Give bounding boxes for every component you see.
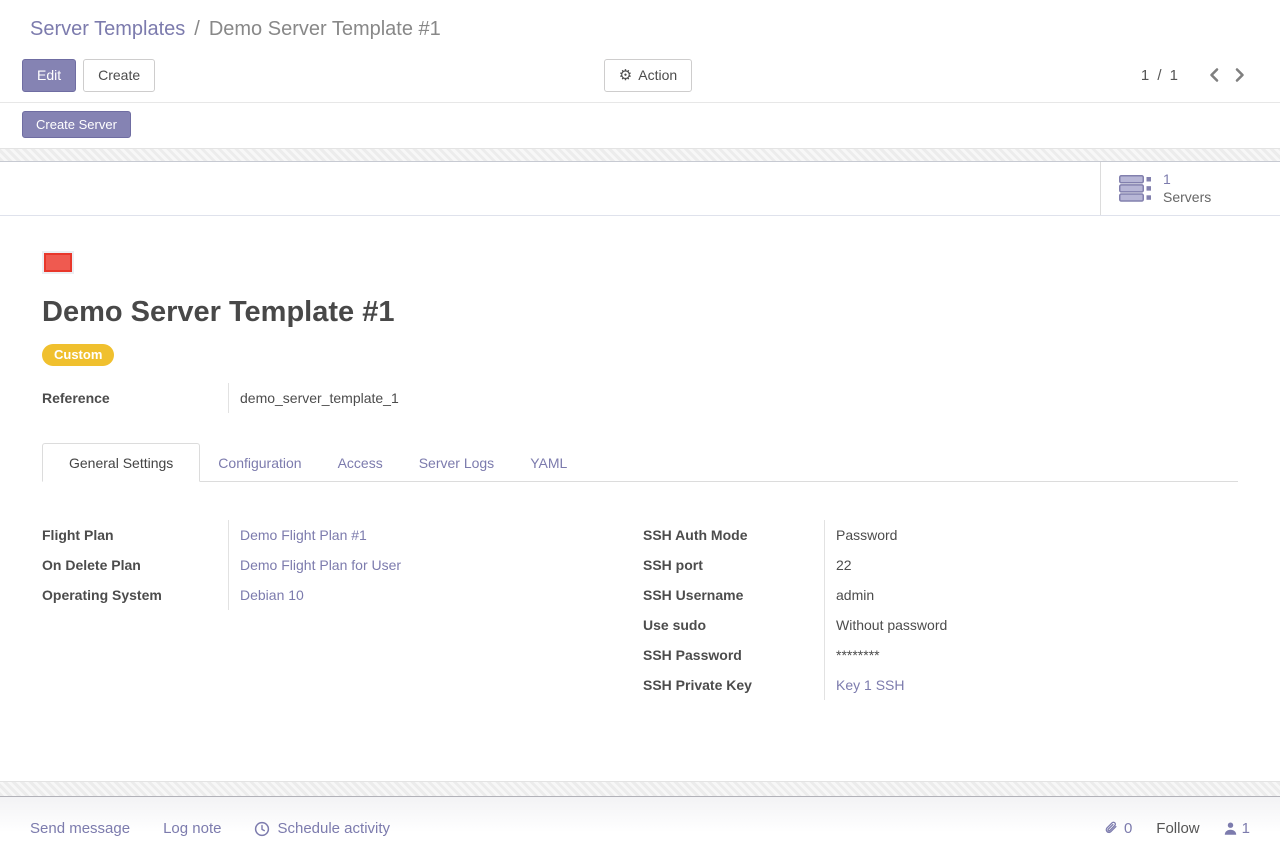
reference-label: Reference <box>42 383 228 413</box>
server-stack-icon <box>1119 175 1152 202</box>
chevron-left-icon <box>1208 67 1221 83</box>
chevron-right-icon <box>1233 67 1246 83</box>
servers-label: Servers <box>1163 190 1211 205</box>
field-group-right: SSH Auth Mode Password SSH port 22 SSH U… <box>640 520 1238 700</box>
field-row: Use sudo Without password <box>640 610 1238 640</box>
followers-count: 1 <box>1242 820 1250 837</box>
custom-badge: Custom <box>42 344 114 366</box>
notebook-tabs: General Settings Configuration Access Se… <box>42 443 1238 482</box>
field-row: SSH port 22 <box>640 550 1238 580</box>
action-button[interactable]: ⚙ Action <box>604 59 692 92</box>
attachments-counter[interactable]: 0 <box>1103 820 1132 837</box>
edit-button[interactable]: Edit <box>22 59 76 92</box>
field-value[interactable]: Key 1 SSH <box>824 670 904 700</box>
field-value[interactable]: Demo Flight Plan for User <box>228 550 401 580</box>
field-row: Operating System Debian 10 <box>42 580 640 610</box>
notebook-tab[interactable]: Configuration <box>200 443 319 482</box>
follow-button[interactable]: Follow <box>1156 820 1199 837</box>
form-sheet: Demo Server Template #1 Custom Reference… <box>0 216 1280 781</box>
pager: 1 / 1 <box>1141 65 1252 85</box>
notebook-tab[interactable]: YAML <box>512 443 585 482</box>
pager-value: 1 / 1 <box>1141 67 1180 84</box>
notebook-tab[interactable]: Server Logs <box>401 443 512 482</box>
field-label: Flight Plan <box>42 520 228 550</box>
breadcrumb-current: Demo Server Template #1 <box>209 18 441 40</box>
field-row: SSH Auth Mode Password <box>640 520 1238 550</box>
user-icon <box>1224 822 1237 835</box>
servers-count: 1 <box>1163 172 1211 187</box>
create-button[interactable]: Create <box>83 59 155 92</box>
field-label: SSH Private Key <box>640 670 824 700</box>
action-button-label: Action <box>638 67 677 83</box>
create-server-button[interactable]: Create Server <box>22 111 131 138</box>
field-value[interactable]: Without password <box>824 610 947 640</box>
schedule-activity-label: Schedule activity <box>277 820 390 837</box>
notebook-tab[interactable]: General Settings <box>42 443 200 482</box>
reference-value: demo_server_template_1 <box>228 383 399 413</box>
field-value[interactable]: Password <box>824 520 897 550</box>
field-label: On Delete Plan <box>42 550 228 580</box>
breadcrumb-parent-link[interactable]: Server Templates <box>30 18 185 40</box>
field-value[interactable]: Demo Flight Plan #1 <box>228 520 367 550</box>
field-row: On Delete Plan Demo Flight Plan for User <box>42 550 640 580</box>
log-note-link[interactable]: Log note <box>163 820 221 837</box>
record-title: Demo Server Template #1 <box>42 295 1238 330</box>
servers-stat-button[interactable]: 1 Servers <box>1100 162 1280 215</box>
background-separator-bottom <box>0 781 1280 797</box>
control-panel-buttons: Edit Create ⚙ Action 1 / 1 <box>0 48 1280 103</box>
attachments-count: 0 <box>1124 820 1132 837</box>
chatter-bar: Send message Log note Schedule activity … <box>0 797 1280 848</box>
schedule-activity-link[interactable]: Schedule activity <box>254 820 390 837</box>
field-value[interactable]: admin <box>824 580 874 610</box>
control-panel: Server Templates / Demo Server Template #1… <box>0 0 1280 148</box>
field-label: SSH Username <box>640 580 824 610</box>
form-statusbar: 1 Servers <box>0 162 1280 216</box>
paperclip-icon <box>1103 820 1119 837</box>
breadcrumb-separator: / <box>194 18 200 40</box>
pager-next-button[interactable] <box>1227 65 1252 85</box>
background-separator-top <box>0 148 1280 162</box>
breadcrumb: Server Templates / Demo Server Template #1 <box>0 0 1280 48</box>
reference-field-row: Reference demo_server_template_1 <box>42 383 1238 413</box>
clock-icon <box>254 821 270 837</box>
tab-content-general-settings: Flight Plan Demo Flight Plan #1 On Delet… <box>42 482 1238 700</box>
field-label: SSH Auth Mode <box>640 520 824 550</box>
pager-previous-button[interactable] <box>1202 65 1227 85</box>
notebook-tab[interactable]: Access <box>320 443 401 482</box>
record-image[interactable] <box>44 253 72 272</box>
field-row: SSH Username admin <box>640 580 1238 610</box>
field-label: SSH port <box>640 550 824 580</box>
field-label: Operating System <box>42 580 228 610</box>
field-row: SSH Private Key Key 1 SSH <box>640 670 1238 700</box>
followers-counter[interactable]: 1 <box>1224 820 1250 837</box>
field-group-left: Flight Plan Demo Flight Plan #1 On Delet… <box>42 520 640 700</box>
field-row: Flight Plan Demo Flight Plan #1 <box>42 520 640 550</box>
field-value[interactable]: 22 <box>824 550 852 580</box>
field-label: SSH Password <box>640 640 824 670</box>
field-label: Use sudo <box>640 610 824 640</box>
statusbar-buttons-row: Create Server <box>0 103 1280 148</box>
gear-icon: ⚙ <box>619 66 632 84</box>
field-row: SSH Password ******** <box>640 640 1238 670</box>
send-message-link[interactable]: Send message <box>30 820 130 837</box>
field-value[interactable]: Debian 10 <box>228 580 304 610</box>
field-value[interactable]: ******** <box>824 640 880 670</box>
